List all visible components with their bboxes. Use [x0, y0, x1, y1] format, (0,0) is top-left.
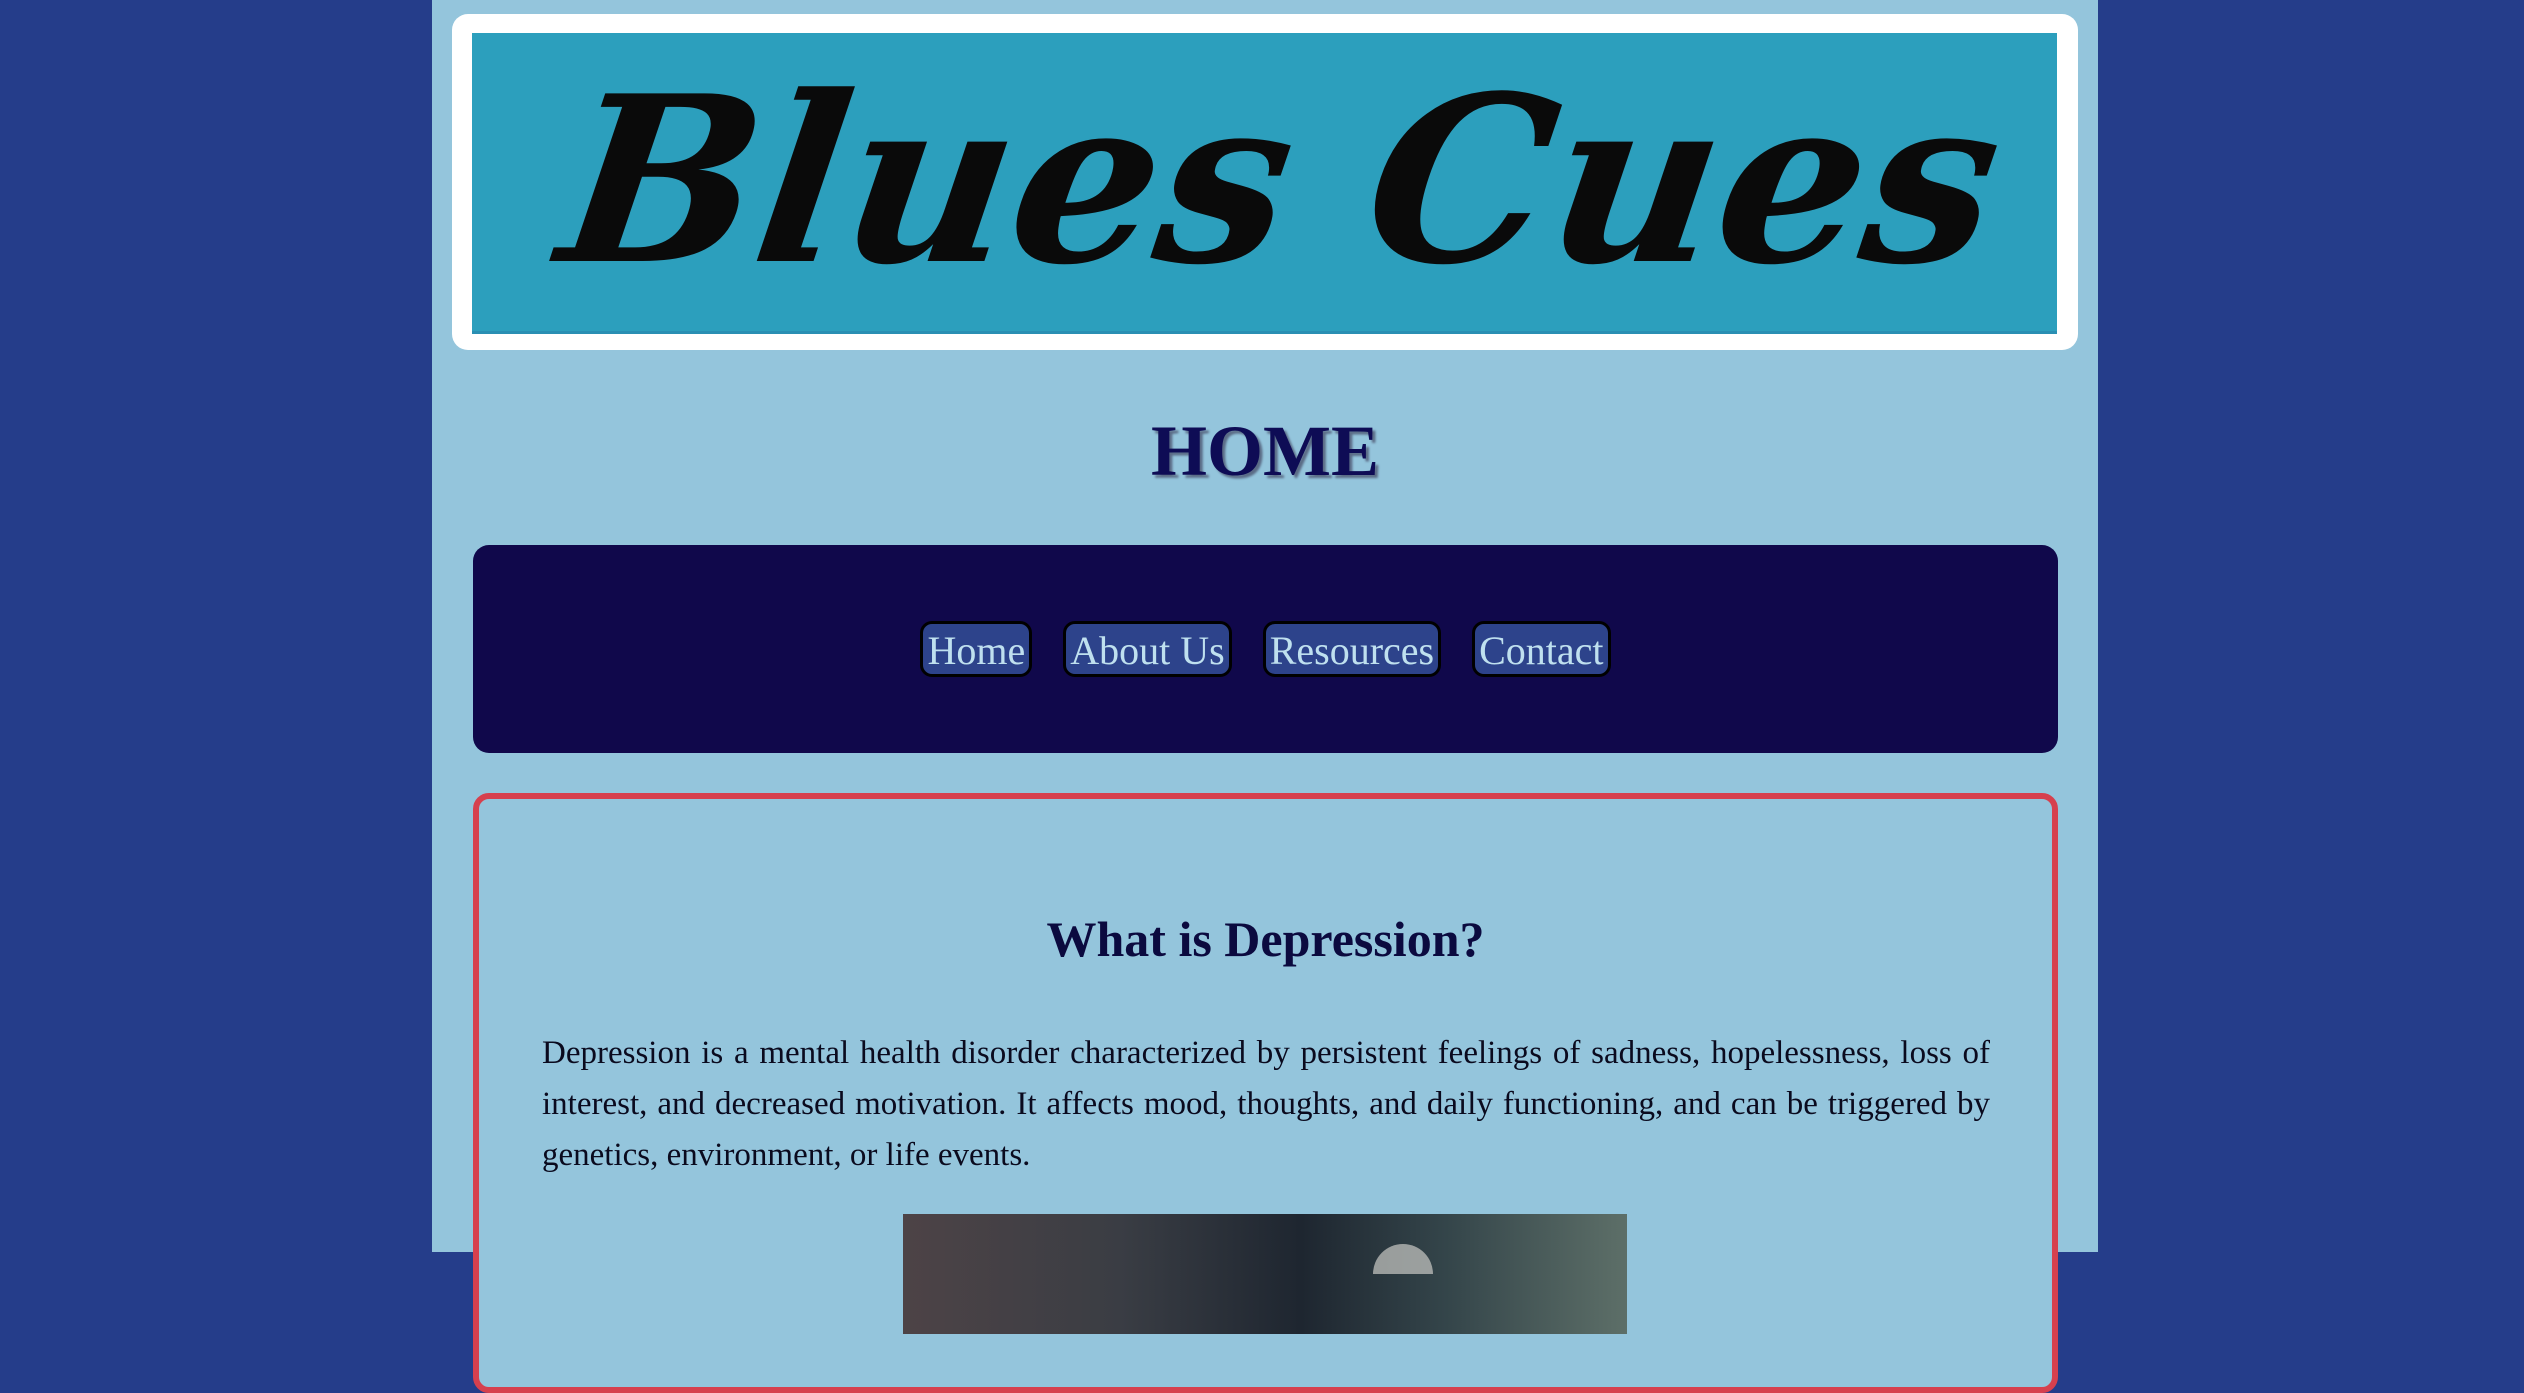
section-heading: What is Depression? [1046, 911, 1485, 967]
nav-resources-link[interactable]: Resources [1262, 621, 1442, 677]
page-title: HOME [1151, 411, 1379, 491]
section-paragraph: Depression is a mental health disorder c… [542, 1035, 1990, 1173]
banner-logo-text: Blues Cues [541, 45, 2016, 316]
site-banner: Blues Cues [472, 33, 2057, 334]
page-container: Blues Cues HOME Home About Us Resources … [432, 0, 2098, 1393]
main-navigation: Home About Us Resources Contact [473, 545, 2058, 753]
depression-photo [903, 1214, 1627, 1334]
nav-contact-link[interactable]: Contact [1472, 621, 1611, 677]
photo-highlight [1373, 1244, 1433, 1274]
nav-about-us-link[interactable]: About Us [1063, 621, 1232, 677]
depression-info-card: What is Depression? Depression is a ment… [473, 793, 2058, 1393]
banner-logo: Blues Cues [541, 45, 2016, 316]
nav-home-link[interactable]: Home [920, 621, 1033, 677]
